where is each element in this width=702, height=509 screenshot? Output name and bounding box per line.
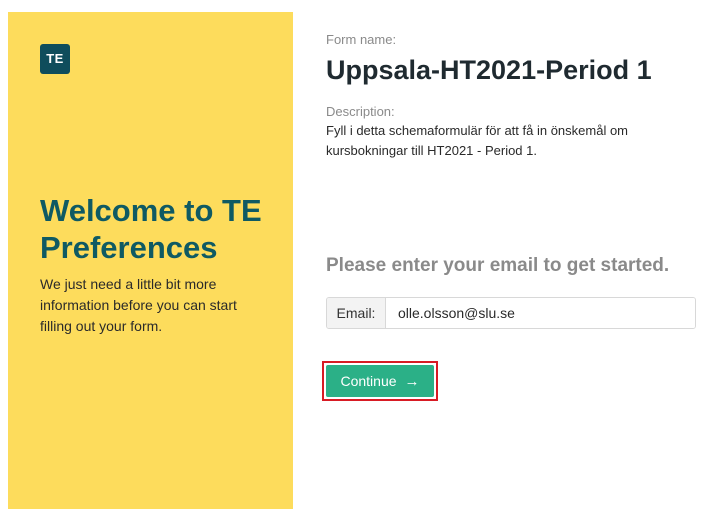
form-name-label: Form name: bbox=[326, 32, 397, 47]
welcome-panel: TE Welcome to TE Preferences We just nee… bbox=[8, 12, 293, 509]
email-prompt: Please enter your email to get started. bbox=[326, 255, 670, 276]
arrow-right-icon: → bbox=[404, 372, 420, 390]
description-label: Description: bbox=[326, 104, 395, 119]
email-label: Email: bbox=[327, 298, 386, 328]
te-logo: TE bbox=[40, 44, 70, 74]
welcome-intro-text: We just need a little bit more informati… bbox=[40, 276, 237, 334]
form-name: Uppsala-HT2021-Period 1 bbox=[326, 55, 652, 85]
continue-button-label: Continue bbox=[340, 373, 397, 389]
continue-button[interactable]: Continue → bbox=[326, 365, 434, 397]
welcome-heading: Welcome to TE Preferences bbox=[40, 193, 262, 265]
page: TE Welcome to TE Preferences We just nee… bbox=[0, 0, 702, 509]
form-section: Form name: Uppsala-HT2021-Period 1 Descr… bbox=[322, 0, 698, 509]
continue-button-highlight: Continue → bbox=[322, 361, 438, 401]
email-input[interactable] bbox=[386, 298, 695, 328]
description-text: Fyll i detta schemaformulär för att få i… bbox=[326, 123, 629, 158]
email-field-group: Email: bbox=[326, 297, 696, 329]
